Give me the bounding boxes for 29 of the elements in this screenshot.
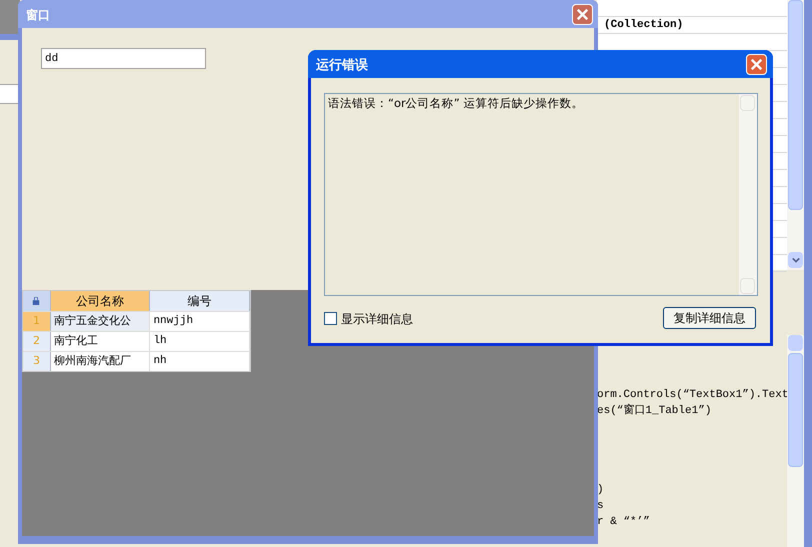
code-line: r & “*’” (597, 515, 650, 530)
code-line: ) (597, 483, 605, 498)
column-header[interactable]: 编号 (150, 291, 250, 311)
window-title: 窗口 (26, 7, 50, 24)
lock-icon (23, 291, 51, 311)
scroll-down-button[interactable] (740, 278, 755, 294)
property-value: (Collection) (604, 18, 684, 33)
scrollbar[interactable] (787, 335, 804, 547)
text-field[interactable]: dd (41, 48, 206, 69)
scrollbar-thumb[interactable] (788, 0, 803, 210)
code-line: s (597, 499, 605, 514)
table-cell: 南宁五金交化公 (50, 312, 150, 331)
code-line: es(“窗口1_Table1”) (597, 403, 712, 419)
input-field[interactable] (0, 84, 20, 104)
scroll-up-button[interactable] (788, 335, 803, 351)
scroll-down-icon[interactable] (788, 252, 803, 268)
close-icon[interactable] (746, 54, 767, 75)
checkbox-label: 显示详细信息 (341, 311, 413, 328)
error-message: 语法错误：“or公司名称” 运算符后缺少操作数。 (328, 95, 584, 112)
close-icon[interactable] (572, 4, 593, 25)
scrollbar[interactable] (787, 0, 804, 270)
dialog-title: 运行错误 (316, 57, 368, 75)
copy-details-button[interactable]: 复制详细信息 (663, 307, 756, 329)
code-line: orm.Controls(“TextBox1”).Text (597, 388, 788, 403)
scroll-up-button[interactable] (740, 95, 755, 111)
scrollbar-thumb[interactable] (788, 353, 803, 467)
column-header[interactable]: 公司名称 (50, 291, 150, 311)
scrollbar[interactable] (739, 94, 757, 295)
checkbox[interactable] (324, 312, 337, 325)
